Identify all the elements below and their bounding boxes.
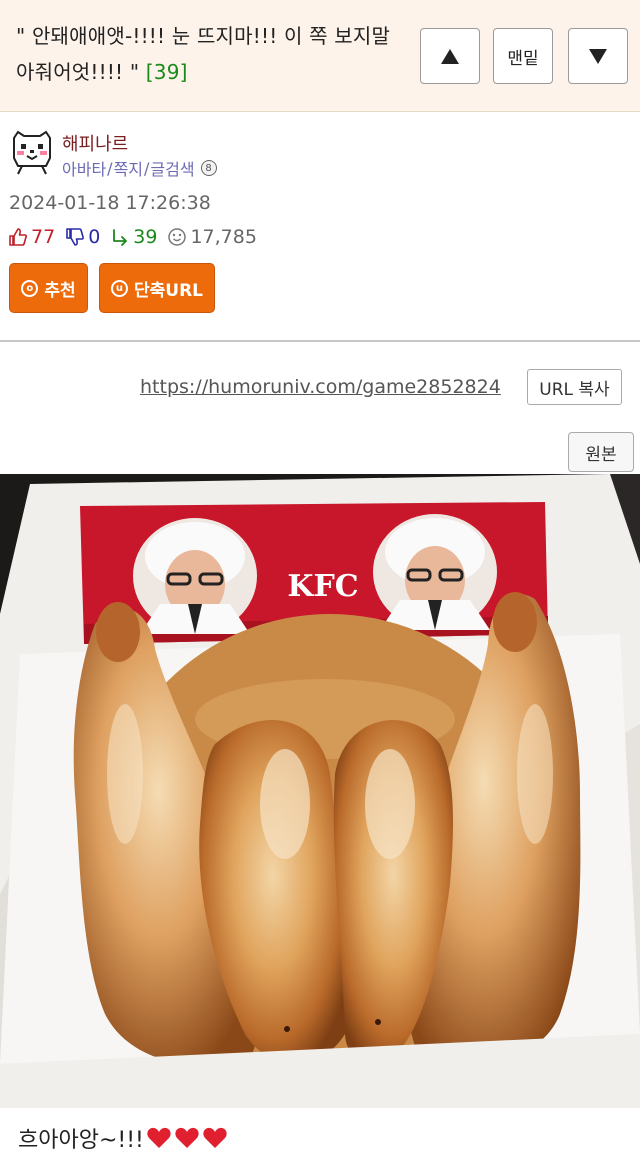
avatar-link[interactable]: 아바타 <box>62 156 106 180</box>
roast-chicken-photo: KFC <box>0 474 640 1108</box>
heart-icon <box>147 1127 171 1148</box>
post-date: 2024-01-18 17:26:38 <box>9 192 211 214</box>
thumbs-down-icon <box>66 228 85 246</box>
dislike-stat[interactable]: 0 <box>65 226 100 248</box>
link-separator: / <box>107 158 113 178</box>
author-name[interactable]: 해피나르 <box>62 130 128 156</box>
post-header: " 안돼애애앳-!!!! 눈 뜨지마!!! 이 쪽 보지말아줘어엇!!!! " … <box>0 0 640 112</box>
post-url-link[interactable]: https://humoruniv.com/game2852824 <box>140 376 501 398</box>
like-count: 77 <box>31 226 56 248</box>
scroll-bottom-button[interactable]: 맨밑 <box>493 28 553 84</box>
short-url-button[interactable]: u 단축URL <box>99 263 215 313</box>
like-stat[interactable]: 77 <box>8 226 55 248</box>
post-stats: 77 0 39 17,785 <box>8 225 267 249</box>
original-image-button[interactable]: 원본 <box>568 432 634 472</box>
heart-icon <box>203 1127 227 1148</box>
comment-count[interactable]: [39] <box>146 60 188 84</box>
short-url-label: 단축URL <box>133 280 203 301</box>
post-title-text: " 안돼애애앳-!!!! 눈 뜨지마!!! 이 쪽 보지말아줘어엇!!!! " <box>16 24 391 84</box>
message-link[interactable]: 쪽지 <box>114 156 143 180</box>
avatar[interactable] <box>8 128 56 176</box>
bear-avatar-icon <box>8 128 56 176</box>
post-image: KFC <box>0 474 640 1108</box>
arrow-down-icon <box>589 48 607 64</box>
view-count: 17,785 <box>190 226 257 248</box>
recommend-label: 추천 <box>44 280 76 301</box>
colonel-right-icon <box>373 514 497 630</box>
author-links: 아바타 / 쪽지 / 글검색 8 <box>62 156 217 180</box>
heart-icon <box>175 1127 199 1148</box>
search-posts-link[interactable]: 글검색 <box>150 156 194 180</box>
reply-stat[interactable]: 39 <box>110 226 157 248</box>
views-stat: 17,785 <box>167 226 257 248</box>
post-title: " 안돼애애앳-!!!! 눈 뜨지마!!! 이 쪽 보지말아줘어엇!!!! " … <box>16 18 396 90</box>
colonel-left-icon <box>133 518 257 634</box>
level-badge-icon: 8 <box>200 160 217 176</box>
url-copy-button[interactable]: URL 복사 <box>527 369 622 405</box>
scroll-bottom-label: 맨밑 <box>507 48 539 69</box>
recommend-button[interactable]: o 추천 <box>9 263 88 313</box>
kfc-sign-text: KFC <box>287 569 358 604</box>
section-divider <box>0 340 640 342</box>
reply-count: 39 <box>133 226 158 248</box>
reply-arrow-icon <box>113 229 128 246</box>
link-separator: / <box>144 158 150 178</box>
dislike-count: 0 <box>88 226 101 248</box>
scroll-down-button[interactable] <box>568 28 628 84</box>
scroll-top-button[interactable] <box>420 28 480 84</box>
smiley-icon <box>168 228 187 246</box>
arrow-up-icon <box>441 48 459 64</box>
caption-text: 흐아아앙~!!! <box>18 1128 144 1153</box>
recommend-icon: o <box>21 279 39 297</box>
post-caption: 흐아아앙~!!! <box>18 1122 228 1154</box>
short-url-icon: u <box>110 279 128 297</box>
thumbs-up-icon <box>9 228 27 246</box>
